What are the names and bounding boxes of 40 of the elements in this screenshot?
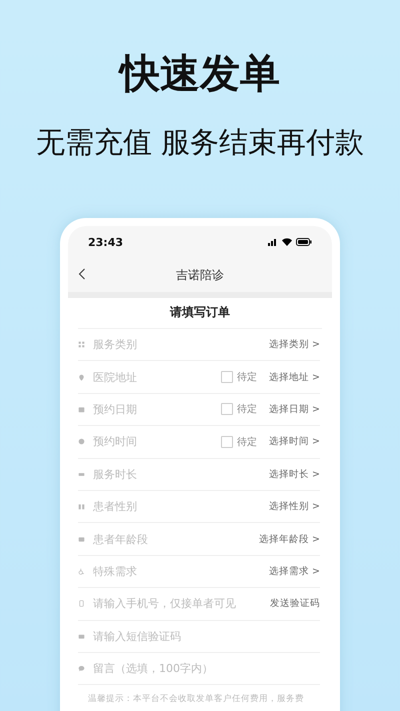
select-link[interactable]: 选择时长 > [269, 468, 320, 481]
field-label: 患者年龄段 [93, 532, 149, 547]
grid-icon [78, 341, 85, 348]
pending-checkbox[interactable] [221, 403, 234, 416]
send-code-button[interactable]: 发送验证码 [270, 597, 320, 610]
select-link[interactable]: 选择日期 > [269, 402, 320, 416]
pin-icon [78, 374, 85, 381]
field-label: 医院地址 [93, 370, 138, 385]
wifi-icon [282, 238, 292, 246]
input-field[interactable]: 请输入短信验证码 [93, 630, 320, 643]
pending-label: 待定 [237, 370, 258, 384]
bubble-icon [78, 665, 85, 672]
form-title: 请填写订单 [78, 298, 322, 329]
select-link[interactable]: 选择地址 > [269, 370, 320, 384]
headline: 快速发单 [117, 50, 281, 98]
battery-icon [296, 238, 312, 246]
select-link[interactable]: 选择年龄段 > [259, 532, 320, 546]
select-link[interactable]: 选择类别 > [269, 338, 320, 352]
select-link[interactable]: 选择需求 > [269, 564, 320, 578]
select-link[interactable]: 选择性别 > [269, 500, 320, 514]
input-field[interactable]: 留言（选填，100字内） [93, 662, 320, 676]
field-label: 预约日期 [93, 402, 138, 417]
pending-label: 待定 [237, 436, 258, 449]
field-label: 特殊需求 [93, 564, 138, 579]
status-time: 23:43 [88, 236, 124, 248]
input-field[interactable]: 请输入手机号，仅接单者可见 [93, 597, 270, 610]
field-label: 服务类别 [93, 337, 138, 352]
signal-icon [268, 238, 278, 246]
field-label: 患者性别 [93, 499, 138, 514]
pending-checkbox[interactable] [221, 436, 234, 448]
subheadline: 无需充值 服务结束再付款 [34, 124, 366, 161]
field-label: 预约时间 [93, 434, 138, 450]
tip-text: 温馨提示：本平台不会收取发单客户任何费用，服务费 [88, 693, 305, 706]
pending-label: 待定 [237, 402, 258, 416]
field-label: 服务时长 [93, 466, 138, 482]
select-link[interactable]: 选择时间 > [269, 435, 320, 448]
nav-title: 吉诺陪诊 [176, 266, 224, 284]
phone-icon [78, 600, 85, 608]
pending-checkbox[interactable] [221, 371, 234, 384]
back-icon[interactable] [78, 268, 86, 280]
